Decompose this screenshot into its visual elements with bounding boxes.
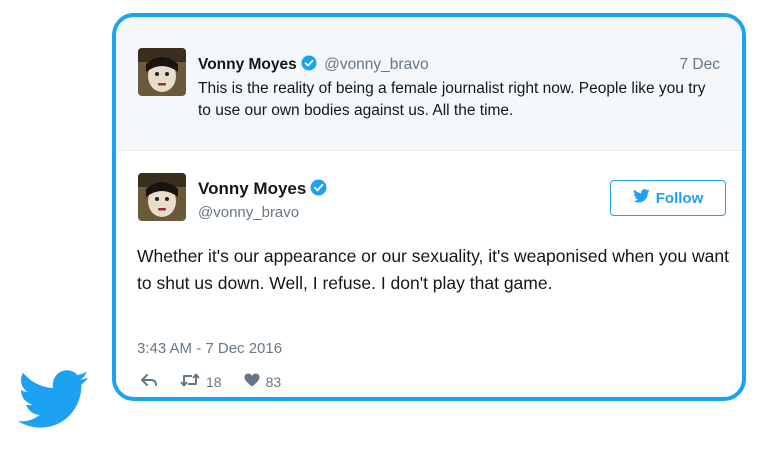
follow-button[interactable]: Follow [610,180,726,216]
author-name[interactable]: Vonny Moyes [198,56,297,73]
like-count: 83 [265,373,282,390]
author-handle[interactable]: @vonny_bravo [324,56,429,73]
reply-icon [140,373,158,390]
heart-icon [244,373,260,390]
verified-badge-icon [301,55,317,76]
tweet-text: Whether it's our appearance or our sexua… [137,246,729,293]
author-name-row: Vonny Moyes [198,179,330,201]
author-name[interactable]: Vonny Moyes [198,179,306,198]
retweet-button[interactable]: 18 [180,373,222,390]
follow-label: Follow [655,189,704,207]
verified-badge-icon [310,179,327,201]
avatar[interactable] [138,48,186,96]
parent-tweet[interactable]: Vonny Moyes @vonny_bravo 7 Dec This is t… [116,17,742,151]
tweet-frame: Vonny Moyes @vonny_bravo 7 Dec This is t… [112,13,746,401]
avatar[interactable] [138,173,186,221]
tweet-date[interactable]: 7 Dec [680,55,721,74]
tweet-actions: 18 83 [140,373,303,390]
parent-tweet-header: Vonny Moyes @vonny_bravo 7 Dec [198,55,720,76]
retweet-count: 18 [206,373,222,390]
like-button[interactable]: 83 [244,373,282,390]
parent-tweet-text: This is the reality of being a female jo… [198,80,706,119]
reply-button[interactable] [140,373,158,390]
twitter-bird-icon [632,189,650,207]
author-handle[interactable]: @vonny_bravo [198,204,299,221]
twitter-bird-icon [18,370,90,430]
retweet-icon [180,373,200,390]
tweet-timestamp[interactable]: 3:43 AM - 7 Dec 2016 [137,340,282,357]
